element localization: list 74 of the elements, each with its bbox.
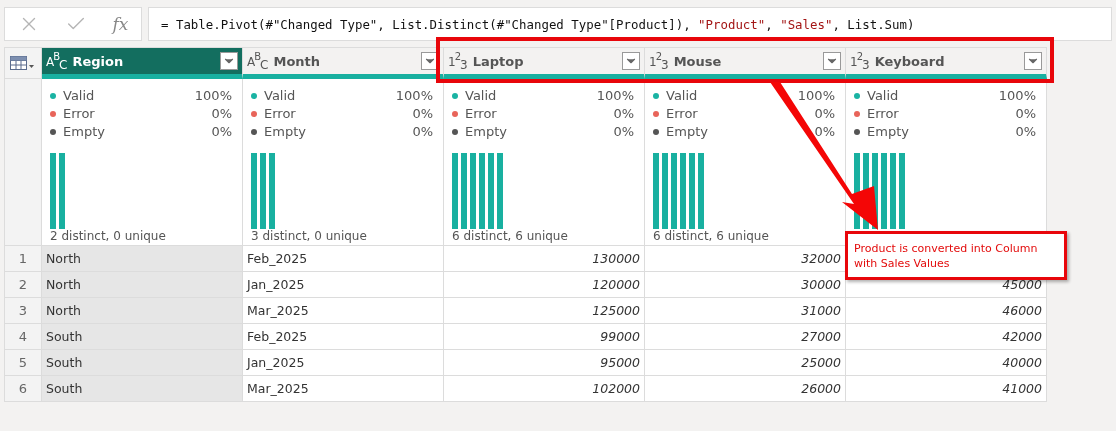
table-cell: South (42, 376, 243, 402)
stat-value: 0% (412, 106, 433, 122)
row-number: 2 (5, 272, 42, 298)
table-cell: North (42, 246, 243, 272)
stat-label: Empty (867, 124, 910, 140)
filter-dropdown-button[interactable] (622, 52, 640, 70)
stat-label: Error (63, 106, 96, 122)
table-cell: 46000 (846, 298, 1047, 324)
stat-label: Empty (666, 124, 709, 140)
row-number: 6 (5, 376, 42, 402)
stat-value: 100% (998, 88, 1036, 104)
table-cell: 120000 (444, 272, 645, 298)
stat-label: Error (867, 106, 900, 122)
table-cell: South (42, 324, 243, 350)
stat-value: 100% (194, 88, 232, 104)
table-cell: North (42, 298, 243, 324)
column-profile-summary: 6 distinct, 6 unique (653, 228, 770, 243)
stat-label: Valid (465, 88, 498, 104)
stat-label: Error (264, 106, 297, 122)
table-cell: 102000 (444, 376, 645, 402)
stat-value: 0% (613, 106, 634, 122)
table-cell: South (42, 350, 243, 376)
callout-note: Product is converted into Column with Sales Values (845, 231, 1067, 280)
column-profile-summary: 3 distinct, 0 unique (251, 228, 368, 243)
stat-label: Empty (63, 124, 106, 140)
filter-dropdown-button[interactable] (1024, 52, 1042, 70)
stat-value: 100% (395, 88, 433, 104)
stat-value: 0% (613, 124, 634, 140)
stat-label: Error (465, 106, 498, 122)
table-cell: Feb_2025 (243, 324, 444, 350)
table-cell: Jan_2025 (243, 272, 444, 298)
stat-label: Valid (867, 88, 900, 104)
filter-dropdown-button[interactable] (220, 52, 238, 70)
stat-label: Valid (666, 88, 699, 104)
stat-value: 0% (814, 106, 835, 122)
table-cell: 26000 (645, 376, 846, 402)
table-cell: 99000 (444, 324, 645, 350)
row-number: 3 (5, 298, 42, 324)
filter-dropdown-button[interactable] (823, 52, 841, 70)
table-cell: 31000 (645, 298, 846, 324)
table-cell: 40000 (846, 350, 1047, 376)
row-number: 5 (5, 350, 42, 376)
stat-value: 0% (211, 106, 232, 122)
stat-value: 100% (797, 88, 835, 104)
table-cell: 130000 (444, 246, 645, 272)
column-profile-summary: 2 distinct, 0 unique (50, 228, 167, 243)
stat-label: Valid (63, 88, 96, 104)
table-cell: Jan_2025 (243, 350, 444, 376)
table-cell: 95000 (444, 350, 645, 376)
stat-label: Empty (264, 124, 307, 140)
stat-value: 0% (1015, 124, 1036, 140)
table-cell: 41000 (846, 376, 1047, 402)
row-number: 4 (5, 324, 42, 350)
stat-value: 100% (596, 88, 634, 104)
table-cell: North (42, 272, 243, 298)
stat-label: Valid (264, 88, 297, 104)
row-number: 1 (5, 246, 42, 272)
table-menu-icon[interactable] (10, 56, 36, 70)
stat-value: 0% (412, 124, 433, 140)
fx-label: fx (112, 14, 129, 34)
stat-label: Empty (465, 124, 508, 140)
table-cell: Mar_2025 (243, 376, 444, 402)
formula-field[interactable]: = Table.Pivot(#"Changed Type", List.Distinct(#"Changed Type"[Product]), "Product", "Sales", List.Sum) (148, 7, 1112, 41)
table-cell: 27000 (645, 324, 846, 350)
stat-label: Error (666, 106, 699, 122)
table-cell: 25000 (645, 350, 846, 376)
stat-value: 0% (814, 124, 835, 140)
stat-value: 0% (1015, 106, 1036, 122)
table-cell: Feb_2025 (243, 246, 444, 272)
stat-value: 0% (211, 124, 232, 140)
table-cell: 42000 (846, 324, 1047, 350)
column-profile-summary: 6 distinct, 6 unique (452, 228, 569, 243)
table-cell: 125000 (444, 298, 645, 324)
table-cell: Mar_2025 (243, 298, 444, 324)
